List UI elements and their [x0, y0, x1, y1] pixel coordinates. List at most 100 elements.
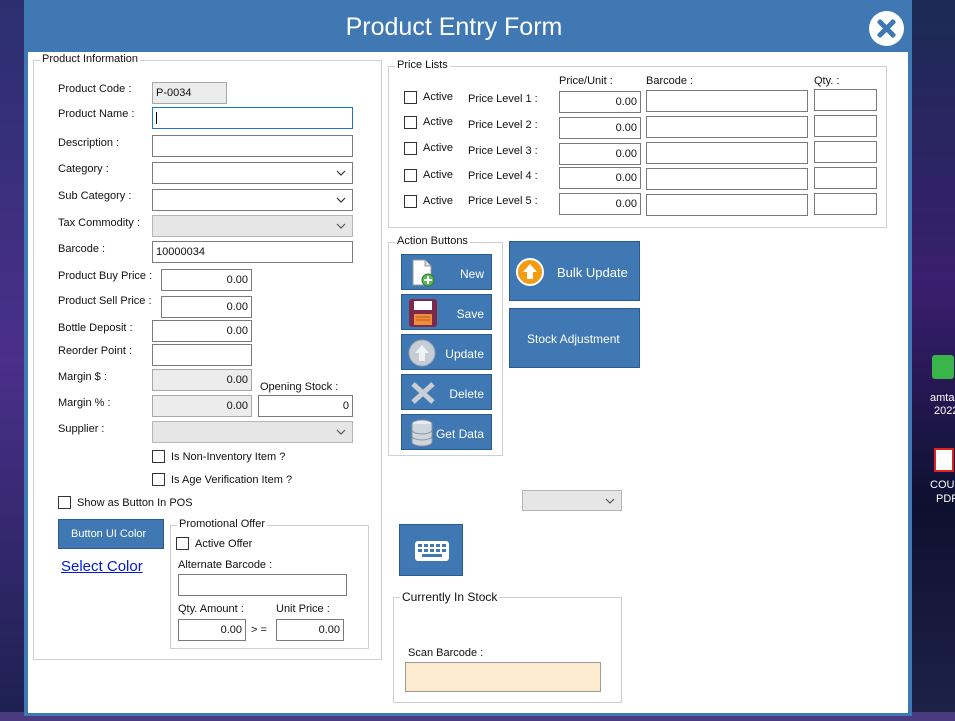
active-offer-checkbox[interactable]	[176, 537, 189, 550]
button-label: Button UI Color	[71, 528, 147, 540]
button-ui-color-button[interactable]: Button UI Color	[58, 519, 164, 549]
save-button[interactable]: Save	[401, 294, 492, 330]
active-offer-label: Active Offer	[195, 538, 253, 550]
margin-amount-field: 0.00	[152, 369, 252, 391]
opening-stock-input[interactable]: 0	[258, 395, 353, 417]
unit-price-label: Unit Price :	[276, 603, 330, 615]
price-level-1-active-checkbox[interactable]	[404, 91, 417, 104]
form-client-area: Product Information Product Code : P-003…	[28, 52, 908, 713]
sub-category-dropdown[interactable]	[152, 189, 353, 211]
unit-price-input[interactable]: 0.00	[276, 619, 344, 641]
price-level-3-qty-input[interactable]	[814, 141, 877, 163]
category-label: Category :	[58, 163, 109, 175]
chevron-down-icon	[336, 170, 346, 176]
keyboard-icon	[415, 541, 449, 561]
price-column-header: Price/Unit :	[559, 75, 613, 87]
bulk-update-button[interactable]: Bulk Update	[509, 241, 640, 301]
price-level-1-barcode-input[interactable]	[646, 90, 808, 112]
chevron-down-icon	[336, 429, 346, 435]
group-label: Product Information	[40, 53, 140, 65]
price-level-5-barcode-input[interactable]	[646, 194, 808, 216]
margin-percent-label: Margin % :	[58, 397, 111, 409]
floppy-disk-icon	[409, 299, 437, 327]
price-level-2-active-checkbox[interactable]	[404, 116, 417, 129]
price-level-3-price-input[interactable]: 0.00	[559, 143, 641, 165]
sell-price-label: Product Sell Price :	[58, 295, 152, 307]
chevron-down-icon	[336, 197, 346, 203]
price-level-label: Price Level 2 :	[468, 119, 538, 131]
new-button[interactable]: New	[401, 254, 492, 290]
price-level-1-qty-input[interactable]	[814, 89, 877, 111]
qty-column-header: Qty. :	[814, 75, 840, 87]
button-label: New	[459, 267, 484, 281]
margin-percent-field: 0.00	[152, 395, 252, 417]
barcode-input[interactable]: 10000034	[152, 241, 353, 263]
chevron-down-icon	[336, 223, 346, 229]
show-in-pos-checkbox[interactable]	[58, 496, 71, 509]
bottle-deposit-label: Bottle Deposit :	[58, 322, 133, 334]
age-verification-checkbox[interactable]	[152, 473, 165, 486]
price-level-4-barcode-input[interactable]	[646, 168, 808, 190]
sub-category-label: Sub Category :	[58, 190, 132, 202]
get-data-button[interactable]: Get Data	[401, 414, 492, 450]
price-level-5-price-input[interactable]: 0.00	[559, 193, 641, 215]
category-dropdown[interactable]	[152, 162, 353, 184]
non-inventory-checkbox[interactable]	[152, 450, 165, 463]
group-label: Currently In Stock	[400, 590, 500, 604]
group-label: Price Lists	[395, 59, 450, 71]
active-label: Active	[423, 91, 453, 103]
alternate-barcode-input[interactable]	[178, 574, 347, 596]
select-color-link[interactable]: Select Color	[61, 558, 143, 575]
price-level-2-price-input[interactable]: 0.00	[559, 117, 641, 139]
price-level-2-qty-input[interactable]	[814, 115, 877, 137]
tax-commodity-label: Tax Commodity :	[58, 217, 140, 229]
active-label: Active	[423, 169, 453, 181]
sell-price-input[interactable]: 0.00	[161, 296, 252, 318]
price-level-2-barcode-input[interactable]	[646, 116, 808, 138]
product-code-label: Product Code :	[58, 83, 132, 95]
price-level-4-qty-input[interactable]	[814, 167, 877, 189]
update-button[interactable]: Update	[401, 334, 492, 370]
group-label: Promotional Offer	[177, 518, 268, 530]
scan-barcode-input[interactable]	[405, 662, 601, 692]
options-dropdown[interactable]	[522, 490, 622, 511]
button-label: Save	[456, 307, 484, 321]
desktop-pdf-icon[interactable]	[934, 448, 954, 472]
reorder-point-input[interactable]	[152, 344, 252, 366]
desktop-background-right: amta 2022 COU PDF	[912, 0, 955, 721]
price-level-label: Price Level 3 :	[468, 145, 538, 157]
alternate-barcode-label: Alternate Barcode :	[178, 559, 273, 571]
stock-adjustment-button[interactable]: Stock Adjustment	[509, 308, 640, 368]
buy-price-input[interactable]: 0.00	[161, 269, 252, 291]
delete-x-icon	[411, 382, 435, 404]
buy-price-label: Product Buy Price :	[58, 270, 153, 282]
greater-equal-label: > =	[251, 624, 267, 636]
price-level-4-price-input[interactable]: 0.00	[559, 167, 641, 189]
product-name-input[interactable]	[152, 107, 353, 129]
price-level-5-qty-input[interactable]	[814, 193, 877, 215]
chevron-down-icon	[605, 498, 615, 504]
database-icon	[411, 419, 433, 447]
description-input[interactable]	[152, 135, 353, 157]
qty-amount-input[interactable]: 0.00	[178, 619, 246, 641]
price-level-4-active-checkbox[interactable]	[404, 169, 417, 182]
price-level-3-barcode-input[interactable]	[646, 142, 808, 164]
tax-commodity-dropdown[interactable]	[152, 215, 353, 237]
button-label: Update	[445, 347, 484, 361]
product-code-field: P-0034	[152, 82, 227, 104]
price-level-label: Price Level 4 :	[468, 170, 538, 182]
supplier-dropdown[interactable]	[152, 421, 353, 443]
desktop-app-icon[interactable]	[932, 355, 954, 379]
price-level-1-price-input[interactable]: 0.00	[559, 91, 641, 113]
upload-arrow-icon	[516, 258, 544, 286]
price-level-3-active-checkbox[interactable]	[404, 142, 417, 155]
text-caret	[156, 112, 157, 124]
active-label: Active	[423, 142, 453, 154]
bottle-deposit-input[interactable]: 0.00	[152, 320, 252, 342]
desktop-icon-label: amta	[930, 392, 955, 404]
close-icon[interactable]	[869, 11, 904, 46]
keyboard-button[interactable]	[399, 524, 463, 576]
delete-button[interactable]: Delete	[401, 374, 492, 410]
reorder-point-label: Reorder Point :	[58, 345, 132, 357]
price-level-5-active-checkbox[interactable]	[404, 195, 417, 208]
